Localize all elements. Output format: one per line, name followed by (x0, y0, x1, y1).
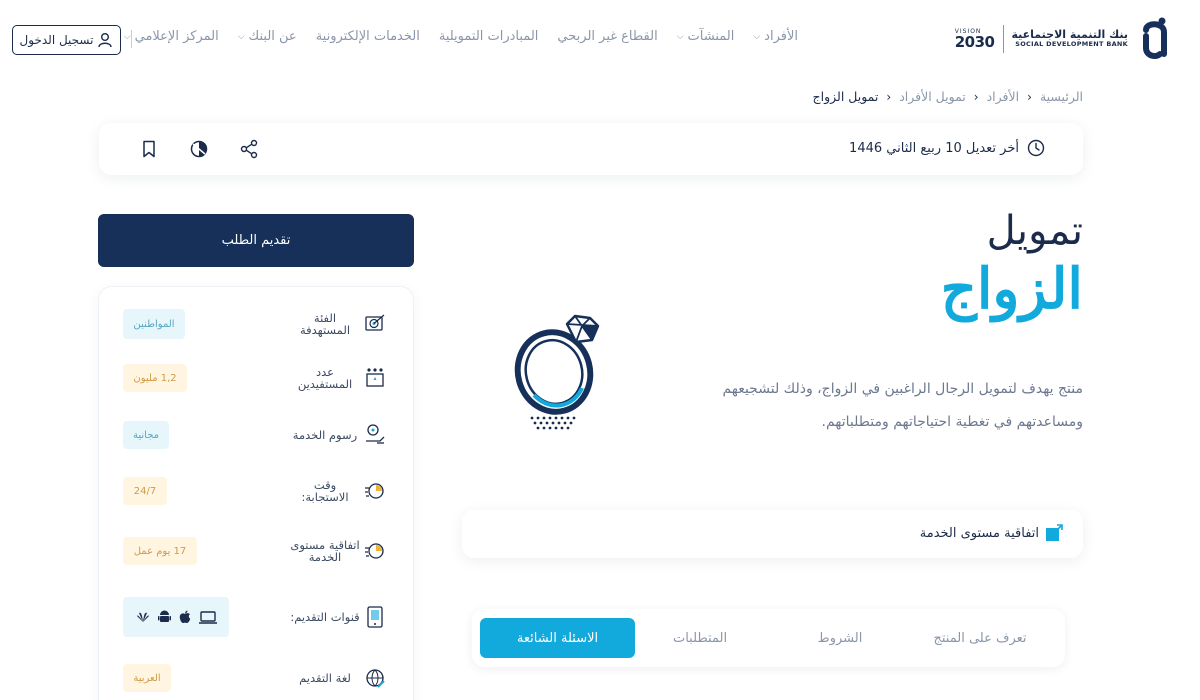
ring-dots (530, 416, 576, 430)
main-nav: الأفراد ⌵ المنشآت ⌵ القطاع غير الربحي المبادر… (124, 29, 798, 44)
sla-link-bar[interactable]: اتفاقية مستوى الخدمة (462, 510, 1083, 558)
row-response-time: وقت الاستجابة: 24/7 (123, 475, 387, 507)
sdb-logo[interactable]: VISION 2030 بنك التنمية الاجتماعية SOCIA… (955, 14, 1170, 64)
breadcrumb-home[interactable]: الرئيسية (1040, 89, 1083, 104)
chevron-down-icon: ⌵ (123, 31, 131, 42)
info-bar: أخر تعديل 10 ربيع الثاني 1446 (99, 123, 1083, 175)
bank-name-en: SOCIAL DEVELOPMENT BANK (1015, 40, 1128, 49)
row-label: قنوات التقديم: (290, 609, 360, 624)
tab-conditions[interactable]: الشروط (785, 618, 895, 658)
apply-button[interactable]: تقديم الطلب (98, 214, 414, 267)
nav-item-6[interactable]: المركز الإعلامي ⌵ (124, 29, 219, 44)
last-updated-text: أخر تعديل 10 ربيع الثاني 1446 (849, 140, 1019, 156)
breadcrumb-individuals[interactable]: الأفراد (987, 89, 1020, 104)
vision-year: 2030 (954, 32, 995, 51)
channels-value (123, 597, 229, 637)
accessibility-icon (190, 140, 208, 158)
page-title-line1: تمويل (986, 208, 1083, 254)
chevron-down-icon: ⌵ (753, 31, 761, 42)
clock-icon (1027, 139, 1045, 157)
desktop-icon (198, 610, 217, 624)
sla-clock-icon (365, 543, 384, 559)
breadcrumb: الرئيسية ‹ الأفراد ‹ تمويل الأفراد ‹ تمو… (813, 89, 1083, 104)
nav-item-label: المبادرات التمويلية (438, 29, 539, 44)
chevron-left-icon: ‹ (1027, 89, 1032, 104)
chevron-left-icon: ‹ (973, 89, 979, 104)
chevron-down-icon: ⌵ (676, 31, 684, 42)
breadcrumb-current: تمويل الزواج (812, 89, 879, 104)
row-label: رسوم الخدمة (292, 427, 358, 442)
last-updated: أخر تعديل 10 ربيع الثاني 1446 (849, 139, 1045, 157)
sla-link[interactable]: اتفاقية مستوى الخدمة (920, 524, 1063, 542)
login-button[interactable]: تسجيل الدخول (12, 25, 121, 55)
site-header: VISION 2030 بنك التنمية الاجتماعية SOCIA… (0, 0, 1200, 80)
share-button[interactable] (239, 138, 259, 160)
nav-item-label: القطاع غير الربحي (557, 29, 658, 44)
login-label: تسجيل الدخول (19, 33, 94, 47)
nav-item-label: الخدمات الإلكترونية (315, 29, 420, 44)
chevron-down-icon: ⌵ (237, 31, 245, 42)
nav-item-label: عن البنك (248, 29, 297, 44)
vision-2030-logo: VISION 2030 (954, 28, 995, 51)
nav-item-0[interactable]: الأفراد ⌵ (753, 29, 798, 44)
product-description: منتج يهدف لتمويل الرجال الراغبين في الزو… (722, 381, 1083, 430)
target-audience-icon (365, 314, 385, 331)
page-title-line2: الزواج (940, 256, 1083, 322)
nav-item-label: الأفراد (764, 29, 798, 44)
nav-item-5[interactable]: عن البنك ⌵ (238, 29, 297, 44)
sla-value: 17 يوم عمل (123, 537, 197, 565)
language-value: العربية (123, 664, 171, 692)
sdb-mark-icon (1143, 17, 1167, 59)
page-actions (139, 138, 259, 160)
row-label: الفئة المستهدفة (299, 310, 351, 337)
row-label: اتفاقية مستوى الخدمة (290, 537, 360, 564)
nav-item-label: المركز الإعلامي (134, 29, 219, 44)
nav-item-4[interactable]: الخدمات الإلكترونية (316, 29, 420, 44)
nav-item-1[interactable]: المنشآت ⌵ (677, 29, 735, 44)
huawei-icon (136, 612, 149, 622)
wedding-ring-illustration (514, 314, 600, 430)
accessibility-button[interactable] (189, 138, 209, 160)
breadcrumb-individual-finance[interactable]: تمويل الأفراد (899, 89, 966, 104)
bookmark-button[interactable] (139, 138, 159, 160)
chevron-left-icon: ‹ (886, 89, 892, 104)
nav-item-2[interactable]: القطاع غير الربحي (557, 29, 657, 44)
nav-item-label: المنشآت (687, 29, 735, 44)
user-icon (98, 33, 113, 48)
service-fee-icon (366, 424, 385, 444)
product-tabs: تعرف على المنتج الشروط المتطلبات الاسئلة… (472, 609, 1065, 667)
android-icon (157, 610, 171, 622)
row-language: لغة التقديم العربية (123, 663, 387, 693)
bookmark-icon (143, 140, 155, 158)
response-time-icon (365, 483, 384, 499)
language-icon (366, 669, 385, 688)
external-link-icon (1046, 524, 1063, 541)
row-beneficiaries: عدد المستفيدين 1,2 مليون (123, 363, 387, 393)
tab-faq[interactable]: الاسئلة الشائعة (480, 618, 635, 658)
channels-icon (367, 606, 383, 628)
row-label: عدد المستفيدين (297, 364, 353, 391)
response-time-value: 24/7 (123, 477, 167, 505)
apple-icon (179, 610, 190, 624)
target-audience-value: المواطنين (123, 309, 185, 339)
share-icon (240, 139, 258, 159)
beneficiaries-icon (366, 368, 384, 387)
bank-name: بنك التنمية الاجتماعية SOCIAL DEVELOPMEN… (1012, 29, 1129, 48)
row-target-audience: الفئة المستهدفة المواطنين (123, 309, 387, 339)
nav-item-3[interactable]: المبادرات التمويلية (439, 29, 539, 44)
row-label: لغة التقديم (299, 670, 351, 685)
tab-requirements[interactable]: المتطلبات (635, 618, 765, 658)
row-channels: قنوات التقديم: (123, 597, 387, 637)
row-label: وقت الاستجابة: (301, 477, 349, 504)
row-service-fee: رسوم الخدمة مجانية (123, 420, 387, 450)
nav-divider (131, 30, 132, 48)
beneficiaries-value: 1,2 مليون (123, 364, 187, 392)
tab-about-product[interactable]: تعرف على المنتج (915, 618, 1045, 658)
row-sla: اتفاقية مستوى الخدمة 17 يوم عمل (123, 529, 387, 573)
service-details-card: الفئة المستهدفة المواطنين عدد المستفيدين… (98, 286, 414, 700)
logo-divider (1002, 25, 1004, 53)
sla-label: اتفاقية مستوى الخدمة (919, 525, 1039, 541)
service-fee-value: مجانية (123, 421, 169, 449)
